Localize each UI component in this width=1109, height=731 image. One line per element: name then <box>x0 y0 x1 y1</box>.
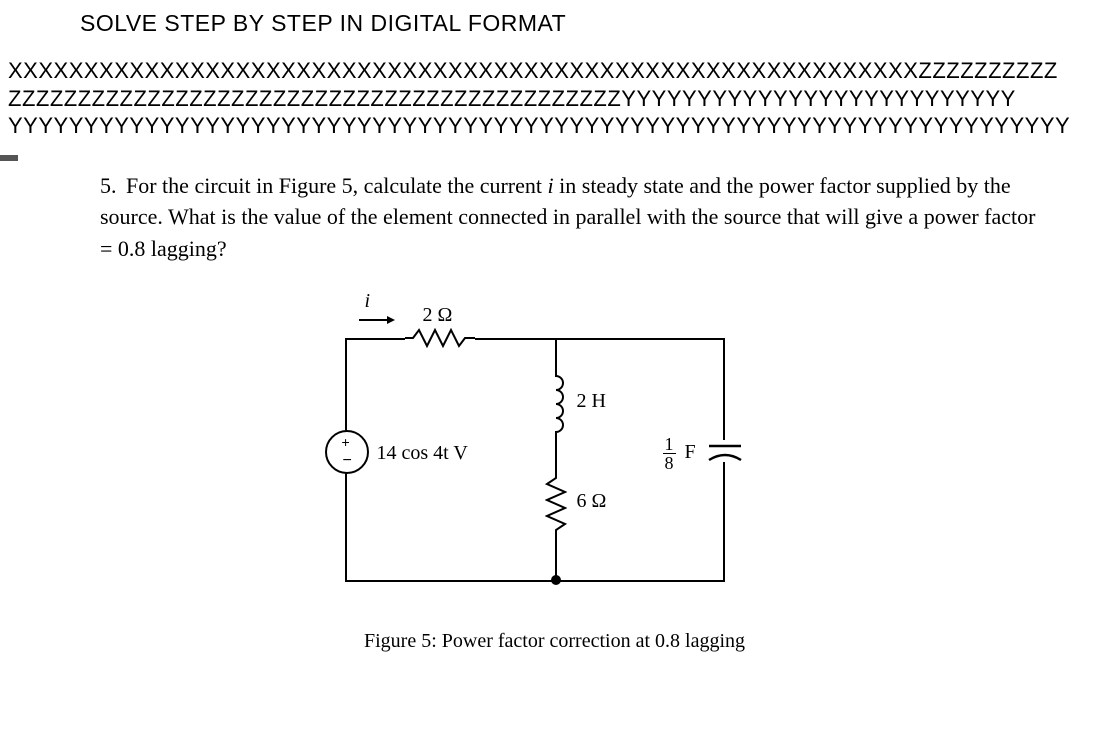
wire-mid-top <box>555 338 557 370</box>
wire-left-bottom <box>345 472 347 580</box>
resistor-6ohm-icon <box>545 470 567 540</box>
resistor-6ohm-label: 6 Ω <box>577 490 607 513</box>
separator-line-2: ZZZZZZZZZZZZZZZZZZZZZZZZZZZZZZZZZZZZZZZZ… <box>8 85 1109 113</box>
circuit-diagram: i 2 Ω + − 14 cos 4t V 2 H 6 Ω <box>305 290 805 610</box>
wire-top-mid <box>475 338 555 340</box>
figure-caption: Figure 5: Power factor correction at 0.8… <box>0 610 1109 673</box>
wire-bottom <box>345 580 725 582</box>
capacitor-unit: F <box>685 441 696 463</box>
problem-number: 5. <box>100 170 126 202</box>
current-arrow-icon <box>357 314 397 326</box>
capacitor-label: 1 8 F <box>663 435 696 472</box>
header-instruction: SOLVE STEP BY STEP IN DIGITAL FORMAT <box>0 0 1109 47</box>
separator-line-3: YYYYYYYYYYYYYYYYYYYYYYYYYYYYYYYYYYYYYYYY… <box>8 112 1109 140</box>
problem-text-1: For the circuit in Figure 5, calculate t… <box>126 173 548 198</box>
capacitor-frac-num: 1 <box>663 435 676 454</box>
inductor-icon <box>545 370 567 440</box>
separator-block: XXXXXXXXXXXXXXXXXXXXXXXXXXXXXXXXXXXXXXXX… <box>0 47 1109 140</box>
wire-right-bottom <box>723 462 725 580</box>
wire-mid-bottom <box>555 540 557 580</box>
resistor-2ohm-icon <box>405 328 475 350</box>
wire-top-left <box>345 338 405 340</box>
capacitor-frac-den: 8 <box>663 454 676 472</box>
capacitor-fraction: 1 8 <box>663 435 676 472</box>
separator-line-1: XXXXXXXXXXXXXXXXXXXXXXXXXXXXXXXXXXXXXXXX… <box>8 57 1109 85</box>
wire-left-top <box>345 338 347 432</box>
problem-block: 5.For the circuit in Figure 5, calculate… <box>0 140 1109 266</box>
wire-top-right <box>555 338 725 340</box>
capacitor-icon <box>703 440 747 590</box>
current-label: i <box>365 290 371 313</box>
left-margin-marker <box>0 155 18 161</box>
source-plus: + <box>342 434 350 450</box>
inductor-label: 2 H <box>577 390 606 413</box>
source-minus: − <box>343 452 352 470</box>
source-label: 14 cos 4t V <box>377 442 468 465</box>
wire-right-top <box>723 338 725 440</box>
wire-mid-mid <box>555 440 557 470</box>
resistor-2ohm-label: 2 Ω <box>423 304 453 327</box>
